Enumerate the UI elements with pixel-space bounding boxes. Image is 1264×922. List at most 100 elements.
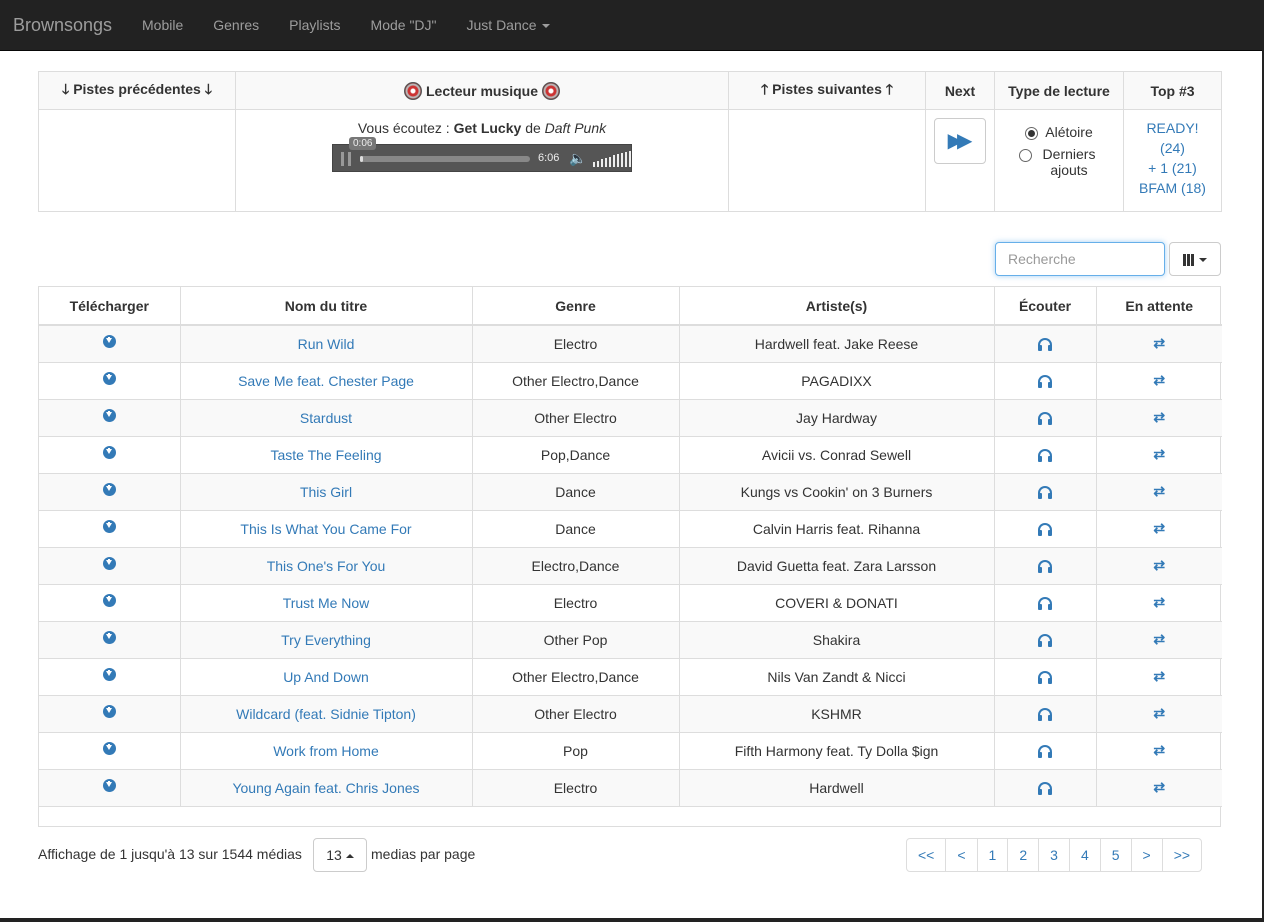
nav-item-mode-dj[interactable]: Mode "DJ" — [356, 0, 452, 51]
download-icon[interactable] — [102, 483, 116, 496]
swap-icon[interactable]: ⇄ — [1153, 705, 1165, 721]
seek-bar[interactable] — [360, 156, 530, 162]
track-title-link[interactable]: Wildcard (feat. Sidnie Tipton) — [236, 706, 416, 722]
volume-icon[interactable]: 🔈 — [569, 150, 586, 167]
download-cell — [39, 361, 181, 400]
download-cell — [39, 731, 181, 770]
page-5[interactable]: 5 — [1099, 838, 1132, 872]
play-type-random[interactable]: Alétoire — [1003, 124, 1115, 140]
top-item[interactable]: READY! — [1132, 118, 1213, 138]
headphones-icon[interactable] — [1038, 485, 1052, 499]
swap-icon[interactable]: ⇄ — [1153, 742, 1165, 758]
nav-item-mobile[interactable]: Mobile — [127, 0, 198, 51]
columns-toggle-button[interactable] — [1169, 242, 1221, 276]
track-title-link[interactable]: Save Me feat. Chester Page — [238, 373, 414, 389]
top-item[interactable]: (24) — [1132, 138, 1213, 158]
swap-icon[interactable]: ⇄ — [1153, 668, 1165, 684]
headphones-icon[interactable] — [1038, 633, 1052, 647]
table-row: Save Me feat. Chester Page Other Electro,… — [39, 361, 1222, 400]
swap-icon[interactable]: ⇄ — [1153, 335, 1165, 351]
volume-slider[interactable] — [593, 151, 631, 167]
download-icon[interactable] — [102, 446, 116, 459]
track-title-link[interactable]: Work from Home — [273, 743, 379, 759]
page-2[interactable]: 2 — [1007, 838, 1040, 872]
download-icon[interactable] — [102, 372, 116, 385]
headphones-icon[interactable] — [1038, 781, 1052, 795]
page-4[interactable]: 4 — [1068, 838, 1101, 872]
download-icon[interactable] — [102, 705, 116, 718]
track-title-link[interactable]: Taste The Feeling — [270, 447, 381, 463]
headphones-icon[interactable] — [1038, 707, 1052, 721]
download-icon[interactable] — [102, 520, 116, 533]
next-button[interactable]: ▶▶ — [934, 118, 986, 164]
caret-down-icon — [541, 24, 550, 29]
nav-item-genres[interactable]: Genres — [198, 0, 274, 51]
headphones-icon[interactable] — [1038, 670, 1052, 684]
column-header-artist[interactable]: Artiste(s) — [678, 287, 995, 326]
brand-link[interactable]: Brownsongs — [13, 15, 112, 36]
now-playing-title: Get Lucky — [453, 120, 522, 136]
top-item[interactable]: BFAM (18) — [1132, 178, 1213, 198]
disc-icon — [541, 81, 560, 100]
track-title-link[interactable]: Up And Down — [283, 669, 369, 685]
swap-icon[interactable]: ⇄ — [1153, 557, 1165, 573]
track-title-link[interactable]: Stardust — [300, 410, 352, 426]
download-icon[interactable] — [102, 779, 116, 792]
nav-item-just-dance[interactable]: Just Dance — [452, 0, 565, 51]
download-icon[interactable] — [102, 594, 116, 607]
track-title-link[interactable]: This One's For You — [267, 558, 386, 574]
swap-icon[interactable]: ⇄ — [1153, 372, 1165, 388]
column-header-listen[interactable]: Écouter — [993, 287, 1097, 326]
page-next[interactable]: > — [1130, 838, 1163, 872]
swap-icon[interactable]: ⇄ — [1153, 520, 1165, 536]
top-item[interactable]: + 1 (21) — [1132, 158, 1213, 178]
genre-cell: Electro — [471, 324, 680, 363]
radio-latest[interactable] — [1019, 149, 1032, 162]
column-header-genre[interactable]: Genre — [471, 287, 680, 326]
swap-icon[interactable]: ⇄ — [1153, 409, 1165, 425]
page-3[interactable]: 3 — [1038, 838, 1070, 872]
play-type-latest[interactable]: Derniers ajouts — [1003, 146, 1115, 178]
per-page-select[interactable]: 13 — [313, 838, 367, 872]
track-title-link[interactable]: Trust Me Now — [283, 595, 370, 611]
swap-icon[interactable]: ⇄ — [1153, 631, 1165, 647]
genre-cell: Electro — [471, 768, 680, 807]
track-title-link[interactable]: Try Everything — [281, 632, 371, 648]
download-icon[interactable] — [102, 409, 116, 422]
column-header-download[interactable]: Télécharger — [39, 287, 181, 326]
download-icon[interactable] — [102, 668, 116, 681]
listen-cell — [993, 361, 1097, 400]
pause-icon[interactable] — [341, 152, 351, 166]
radio-random[interactable] — [1025, 127, 1039, 140]
headphones-icon[interactable] — [1038, 374, 1052, 388]
seek-bar-fill — [360, 156, 364, 162]
page-1[interactable]: 1 — [976, 838, 1009, 872]
headphones-icon[interactable] — [1038, 522, 1052, 536]
page-last[interactable]: >> — [1161, 838, 1203, 872]
column-header-queue[interactable]: En attente — [1095, 287, 1222, 326]
search-input[interactable] — [995, 242, 1165, 276]
headphones-icon[interactable] — [1038, 337, 1052, 351]
swap-icon[interactable]: ⇄ — [1153, 594, 1165, 610]
column-header-title[interactable]: Nom du titre — [179, 287, 473, 326]
headphones-icon[interactable] — [1038, 448, 1052, 462]
nav-item-playlists[interactable]: Playlists — [274, 0, 355, 51]
headphones-icon[interactable] — [1038, 411, 1052, 425]
download-icon[interactable] — [102, 631, 116, 644]
track-title-link[interactable]: Run Wild — [298, 336, 355, 352]
headphones-icon[interactable] — [1038, 596, 1052, 610]
headphones-icon[interactable] — [1038, 744, 1052, 758]
swap-icon[interactable]: ⇄ — [1153, 446, 1165, 462]
swap-icon[interactable]: ⇄ — [1153, 779, 1165, 795]
headphones-icon[interactable] — [1038, 559, 1052, 573]
download-icon[interactable] — [102, 742, 116, 755]
track-title-link[interactable]: This Is What You Came For — [240, 521, 411, 537]
track-title-link[interactable]: Young Again feat. Chris Jones — [232, 780, 419, 796]
swap-icon[interactable]: ⇄ — [1153, 483, 1165, 499]
download-icon[interactable] — [102, 335, 116, 349]
track-title-link[interactable]: This Girl — [300, 484, 352, 500]
queue-cell: ⇄ — [1095, 509, 1222, 548]
download-icon[interactable] — [102, 557, 116, 570]
page-first[interactable]: << — [906, 838, 947, 872]
page-prev[interactable]: < — [945, 838, 978, 872]
